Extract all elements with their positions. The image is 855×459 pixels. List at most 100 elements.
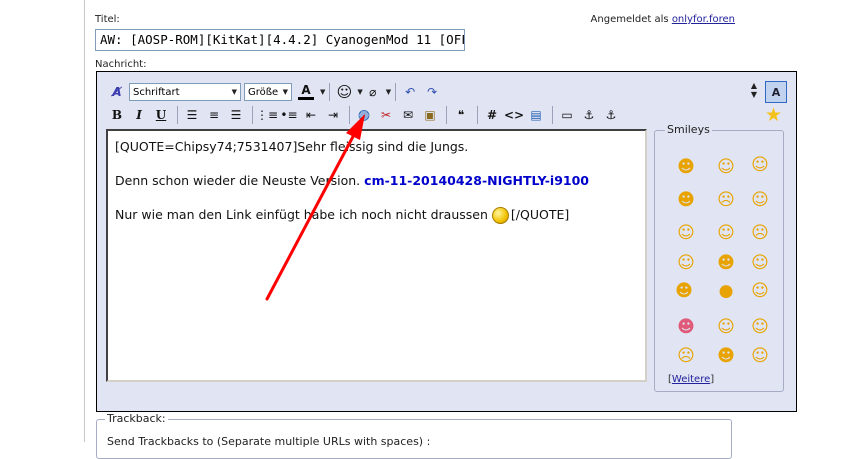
smiley-icon [491, 207, 509, 224]
horizontal-rule-button[interactable]: ▭ [557, 105, 577, 125]
insert-email-button[interactable]: ✉ [398, 105, 418, 125]
smiley-question-icon[interactable]: ☺ [750, 190, 770, 210]
resize-down-icon[interactable]: ▼ [748, 90, 760, 99]
underline-button[interactable]: U [151, 105, 171, 125]
code-button[interactable]: <> [504, 105, 524, 125]
smiley-shocked-icon[interactable]: ☺ [716, 223, 736, 243]
rule-icon: ▭ [561, 108, 573, 122]
remove-link-button[interactable]: ✂ [376, 105, 396, 125]
unordered-list-button[interactable]: •≡ [279, 105, 299, 125]
smiley-content-icon[interactable]: ☺ [750, 346, 770, 366]
align-center-icon: ≡ [208, 108, 220, 122]
smiley-sad-icon[interactable]: ☹ [676, 346, 696, 366]
font-color-icon: A [301, 83, 311, 97]
unlink-icon: ✂ [380, 108, 392, 122]
smiley-eek-icon[interactable]: ☻ [716, 346, 736, 366]
indent-icon: ⇥ [327, 108, 339, 122]
align-right-button[interactable]: ☰ [226, 105, 246, 125]
message-label: Nachricht: [95, 59, 147, 70]
font-select[interactable]: Schriftart ▼ [129, 83, 241, 101]
email-icon: ✉ [402, 108, 414, 122]
indent-button[interactable]: ⇥ [323, 105, 343, 125]
anchor-button[interactable]: ⚓ [579, 105, 599, 125]
smiley-kiss-icon[interactable]: ☻ [676, 317, 696, 337]
font-color-button[interactable]: A [295, 82, 317, 102]
smiley-love-icon[interactable]: ☺ [750, 253, 770, 273]
redo-icon: ↷ [427, 85, 438, 99]
more-smileys-link[interactable]: Weitere [672, 374, 710, 385]
chevron-down-icon[interactable]: ▼ [386, 88, 391, 96]
switch-mode-button[interactable]: A̸ [107, 82, 127, 102]
bold-icon: B [111, 108, 123, 122]
insert-image-button[interactable]: ▣ [420, 105, 440, 125]
php-button[interactable]: ▤ [526, 105, 546, 125]
align-center-button[interactable]: ≡ [204, 105, 224, 125]
smiley-laugh-icon[interactable]: ☺ [750, 155, 770, 175]
toolbar-separator [252, 106, 253, 124]
toolbar-separator [349, 106, 350, 124]
quote-icon: ❝ [457, 108, 465, 122]
hash-button[interactable]: # [482, 105, 502, 125]
code-icon: <> [503, 108, 525, 122]
trackback-panel: Trackback: Send Trackbacks to (Separate … [96, 412, 732, 459]
bold-button[interactable]: B [107, 105, 127, 125]
resize-up-icon[interactable]: ▲ [748, 81, 760, 90]
title-input[interactable]: AW: [AOSP-ROM][KitKat][4.4.2] CyanogenMo… [95, 29, 465, 51]
toolbar-separator [395, 83, 397, 101]
smiley-tongue-icon[interactable]: ☺ [676, 223, 696, 243]
smiley-happy-icon[interactable]: ☺ [676, 253, 696, 273]
ordered-list-icon: ⋮≡ [255, 108, 279, 122]
italic-button[interactable]: I [129, 105, 149, 125]
italic-icon: I [136, 108, 142, 122]
php-icon: ▤ [530, 108, 542, 122]
star-icon: ★ [765, 104, 783, 126]
smiley-cool-icon[interactable]: ☻ [676, 190, 696, 210]
smiley-confused-icon[interactable]: ☹ [716, 190, 736, 210]
chevron-down-icon[interactable]: ▼ [320, 88, 325, 96]
toolbar-separator [552, 106, 553, 124]
align-right-icon: ☰ [230, 108, 242, 122]
message-textarea[interactable]: [QUOTE=Chipsy74;7531407]Sehr fleissig si… [106, 129, 647, 382]
message-line-3: Nur wie man den Link einfügt habe ich no… [115, 207, 638, 224]
page-left-rule [84, 0, 85, 442]
smiley-thumbs-up-icon[interactable]: ☻ [716, 253, 736, 273]
toolbar-separator [446, 106, 447, 124]
mode-toggle-button[interactable]: A [765, 81, 787, 103]
redo-button[interactable]: ↷ [422, 82, 442, 102]
chevron-down-icon: ▼ [282, 88, 288, 96]
font-select-value: Schriftart [133, 86, 180, 98]
smiley-surprised-icon[interactable]: ☹ [750, 223, 770, 243]
smiley-big-grin-icon[interactable]: ☺ [750, 281, 770, 301]
align-left-button[interactable]: ☰ [182, 105, 202, 125]
smiley-plain-icon[interactable]: ● [716, 281, 736, 301]
trackback-legend: Trackback: [105, 412, 168, 425]
outdent-button[interactable]: ⇤ [301, 105, 321, 125]
smiley-smirk-icon[interactable]: ☺ [750, 317, 770, 337]
smiley-smile-icon[interactable]: ☺ [716, 317, 736, 337]
image-icon: ▣ [424, 108, 436, 122]
smiley-wink-icon[interactable]: ☻ [676, 157, 696, 177]
globe-link-icon: ◍ [357, 107, 371, 123]
align-left-icon: ☰ [186, 108, 198, 122]
toolbar-separator [477, 106, 478, 124]
smiley-menu-button[interactable]: ☺ [334, 82, 354, 102]
ordered-list-button[interactable]: ⋮≡ [255, 105, 279, 125]
rom-version-link[interactable]: cm-11-20140428-NIGHTLY-i9100 [364, 173, 589, 188]
smiley-applause-icon[interactable]: ☻ [669, 281, 699, 301]
mode-toggle-icon: A [771, 85, 781, 99]
smiley-icon: ☺ [336, 83, 353, 101]
resize-arrows[interactable]: ▲ ▼ [748, 81, 760, 99]
smiley-grin-icon[interactable]: ☺ [716, 157, 736, 177]
insert-link-button[interactable]: ◍ [354, 105, 374, 125]
anchor-link-button[interactable]: ⚓ [601, 105, 621, 125]
username-link[interactable]: onlyfor.foren [672, 14, 735, 25]
hash-icon: # [486, 108, 498, 122]
attachment-button[interactable]: ⌀ [363, 82, 383, 102]
size-select[interactable]: Größe ▼ [244, 83, 292, 101]
unordered-list-icon: •≡ [280, 108, 298, 122]
toolbar-separator [177, 106, 178, 124]
outdent-icon: ⇤ [305, 108, 317, 122]
quote-button[interactable]: ❝ [451, 105, 471, 125]
toolbar-row-2: B I U ☰ ≡ ☰ ⋮≡ •≡ ⇤ ⇥ ◍ ✂ ✉ ▣ ❝ # <> ▤ ▭… [107, 104, 623, 126]
undo-button[interactable]: ↶ [400, 82, 420, 102]
